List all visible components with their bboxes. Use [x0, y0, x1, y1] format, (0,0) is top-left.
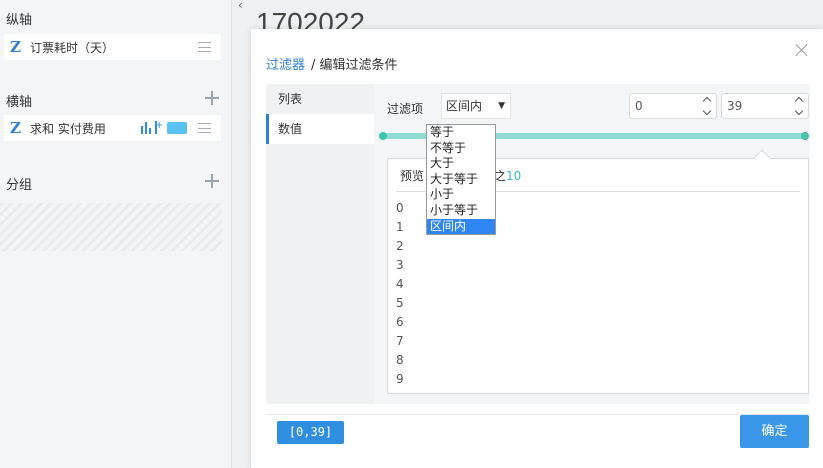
drag-handle-icon[interactable]: [198, 42, 211, 52]
footer-divider: [266, 414, 809, 415]
list-item: 4: [396, 277, 404, 291]
list-item: 5: [396, 296, 404, 310]
tab-numeric[interactable]: 数值: [266, 114, 374, 144]
breadcrumb-root-link[interactable]: 过滤器: [266, 58, 305, 73]
list-item: 6: [396, 315, 404, 329]
add-x-axis-icon[interactable]: [205, 91, 219, 105]
filter-dialog: 过滤器/ 编辑过滤条件 列表 数值 过滤项 区间内 ▼ 0 39 预览之10: [251, 29, 823, 468]
option-not-equal[interactable]: 不等于: [427, 141, 495, 157]
chevron-down-icon: ▼: [498, 101, 505, 111]
field-panel: 纵轴 Z 订票耗时（天） 横轴 Z 求和 实付费用 + 分组: [0, 0, 232, 468]
x-axis-field-label: 求和 实付费用: [30, 121, 106, 136]
range-min-input[interactable]: 0: [629, 93, 717, 119]
add-group-icon[interactable]: [205, 174, 219, 188]
stepper-icon[interactable]: [704, 97, 712, 115]
dialog-body: 列表 数值 过滤项 区间内 ▼ 0 39 预览 之10 0 1 2 3 4 5 …: [266, 84, 810, 404]
filter-condition-label: 过滤项: [387, 102, 424, 116]
range-min-value: 0: [635, 99, 643, 113]
filter-condition-select[interactable]: 区间内 ▼: [441, 93, 511, 119]
tab-list[interactable]: 列表: [266, 84, 374, 114]
stepper-icon[interactable]: [796, 97, 804, 115]
close-icon[interactable]: [795, 43, 809, 57]
range-slider-max-handle[interactable]: [801, 132, 809, 140]
option-greater[interactable]: 大于: [427, 156, 495, 172]
filter-condition-value: 区间内: [446, 99, 483, 113]
chart-settings-icon[interactable]: +: [141, 121, 163, 135]
numeric-field-icon: Z: [10, 119, 21, 137]
group-title: 分组: [6, 178, 33, 193]
list-item: 2: [396, 239, 404, 253]
option-greater-equal[interactable]: 大于等于: [427, 172, 495, 188]
option-less[interactable]: 小于: [427, 187, 495, 203]
range-max-value: 39: [727, 99, 743, 113]
breadcrumb-current: / 编辑过滤条件: [311, 58, 398, 73]
preview-count: 10: [506, 169, 522, 183]
option-between[interactable]: 区间内: [427, 218, 495, 235]
list-item: 0: [396, 201, 404, 215]
filter-type-tabs: 列表 数值: [266, 84, 374, 404]
y-axis-title: 纵轴: [6, 13, 33, 28]
confirm-button[interactable]: 确定: [740, 415, 809, 448]
range-slider-min-handle[interactable]: [379, 132, 387, 140]
option-less-equal[interactable]: 小于等于: [427, 203, 495, 219]
y-axis-field[interactable]: Z 订票耗时（天）: [4, 34, 221, 60]
option-equal[interactable]: 等于: [427, 125, 495, 141]
list-item: 8: [396, 353, 404, 367]
breadcrumb: 过滤器 / 编辑过滤条件: [266, 54, 398, 73]
range-max-input[interactable]: 39: [721, 93, 809, 119]
drag-handle-icon[interactable]: [198, 123, 211, 133]
list-item: 3: [396, 258, 404, 272]
list-item: 7: [396, 334, 404, 348]
group-drop-zone[interactable]: [0, 203, 222, 251]
series-color-swatch[interactable]: [167, 122, 187, 134]
preview-value-list: 0 1 2 3 4 5 6 7 8 9: [396, 199, 404, 389]
range-summary-badge: [0,39]: [277, 421, 344, 444]
filter-condition-options: 等于 不等于 大于 大于等于 小于 小于等于 区间内: [426, 124, 496, 236]
x-axis-field[interactable]: Z 求和 实付费用 +: [4, 115, 221, 141]
collapse-panel-icon[interactable]: ‹: [238, 0, 243, 12]
preview-title: 预览: [400, 169, 425, 183]
preview-pointer: [753, 149, 771, 167]
numeric-field-icon: Z: [10, 38, 21, 56]
y-axis-field-label: 订票耗时（天）: [30, 40, 115, 55]
x-axis-title: 横轴: [6, 95, 33, 110]
list-item: 1: [396, 220, 404, 234]
list-item: 9: [396, 372, 404, 386]
